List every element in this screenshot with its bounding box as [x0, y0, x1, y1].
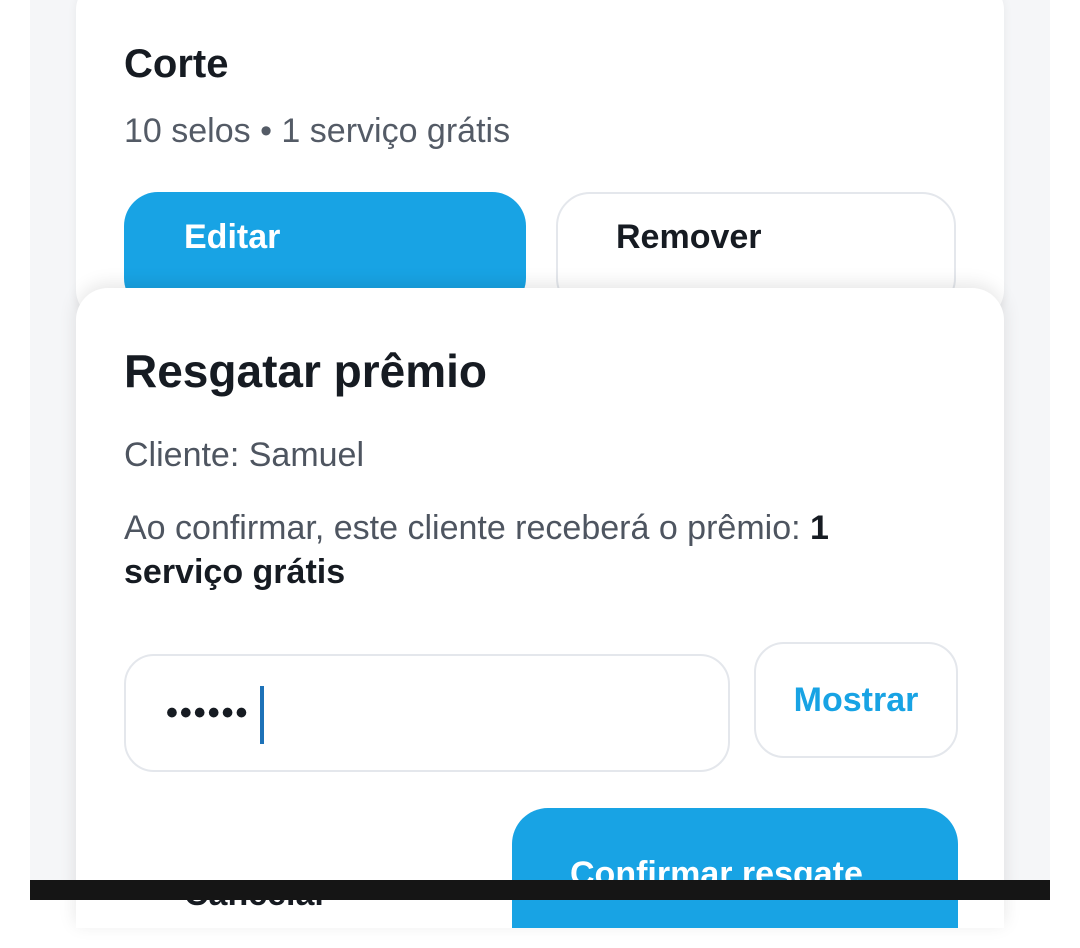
confirm-message-text: Ao confirmar, este cliente receberá o pr…: [124, 509, 810, 547]
system-navigation-bar: [30, 880, 1050, 900]
service-title: Corte: [124, 42, 229, 86]
confirm-redeem-button[interactable]: Confirmar resgate: [512, 808, 958, 928]
password-value: ••••••: [166, 694, 250, 732]
sheet-title: Resgatar prêmio: [124, 345, 488, 397]
service-card: Corte 10 selos • 1 serviço grátis Editar…: [76, 0, 1004, 320]
text-cursor: [260, 686, 264, 744]
password-input[interactable]: ••••••: [124, 654, 730, 772]
show-password-button[interactable]: Mostrar: [754, 642, 958, 758]
client-name: Cliente: Samuel: [124, 436, 365, 474]
service-meta: 10 selos • 1 serviço grátis: [124, 112, 511, 150]
redeem-reward-sheet: Resgatar prêmio Cliente: Samuel Ao confi…: [76, 288, 1004, 928]
confirm-message: Ao confirmar, este cliente receberá o pr…: [124, 506, 954, 594]
